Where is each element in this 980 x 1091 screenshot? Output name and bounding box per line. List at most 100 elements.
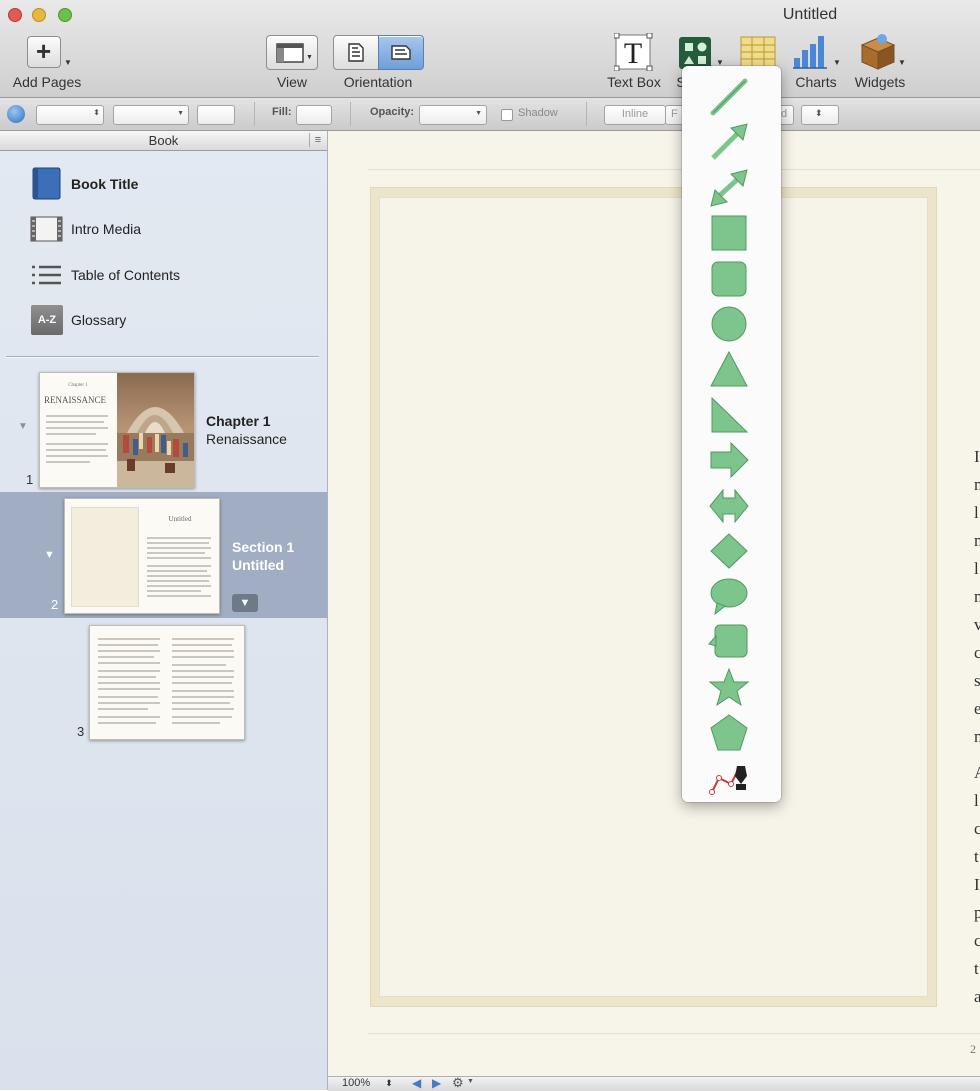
shape-triangle-item[interactable] [707, 349, 751, 389]
svg-text:T: T [624, 37, 642, 70]
zoom-window-button[interactable] [58, 8, 72, 22]
sidebar-header: Book [0, 131, 327, 151]
sidebar-item-table-of-contents[interactable]: Table of Contents [30, 261, 310, 291]
shape-double-arrow-shape-item[interactable] [707, 486, 751, 526]
status-bar: 100% ⬍ ◀ ▶ ⚙ ▼ [328, 1075, 980, 1091]
opacity-popup[interactable]: ▼ [419, 105, 487, 125]
shape-arrow-right-item[interactable] [707, 440, 751, 480]
disclosure-triangle-icon[interactable]: ▼ [18, 421, 28, 432]
view-button[interactable]: ▼ [266, 35, 318, 70]
text-box-button[interactable]: T [613, 32, 654, 72]
close-window-button[interactable] [8, 8, 22, 22]
text-line [147, 542, 209, 544]
shadow-label: Shadow [518, 107, 558, 119]
right-triangle-shape-icon [711, 396, 749, 433]
page-number: 1 [26, 472, 34, 487]
media-placeholder-frame[interactable] [370, 187, 937, 1007]
shape-rounded-square-item[interactable] [707, 259, 751, 299]
shape-double-arrow-item[interactable] [707, 168, 751, 208]
next-page-icon[interactable]: ▶ [432, 1076, 441, 1090]
minimize-window-button[interactable] [32, 8, 46, 22]
text-line [98, 670, 160, 672]
widgets-button[interactable] [858, 33, 898, 71]
book-sidebar: Book ≡ Book Title Intro Media Table of C… [0, 131, 328, 1090]
plus-icon: + [36, 36, 52, 66]
info-icon[interactable] [7, 105, 25, 123]
text-line [98, 716, 160, 718]
size-field[interactable] [197, 105, 235, 125]
text-line [172, 644, 232, 646]
disclosure-triangle-icon[interactable]: ▼ [44, 549, 55, 561]
glossary-icon: A-Z [31, 305, 63, 335]
text-line [46, 415, 108, 417]
speech-bubble-shape-icon [710, 578, 748, 616]
charts-button[interactable] [793, 34, 831, 70]
text-line [172, 656, 234, 658]
table-button[interactable] [740, 36, 776, 68]
page-3-thumbnail[interactable] [89, 625, 245, 740]
view-layout-icon [276, 43, 304, 63]
text-line [147, 585, 211, 587]
text-fragment: n [974, 475, 980, 494]
text-line [98, 662, 160, 664]
shape-star-item[interactable] [707, 667, 751, 707]
page-canvas[interactable]: InlnlnvcsenAlctIpcta 2 [328, 131, 980, 1076]
thumbnail-title: Untitled [168, 515, 192, 523]
text-fragment: I [974, 447, 980, 466]
shape-diamond-item[interactable] [707, 531, 751, 571]
style-popup[interactable]: ⬍ [36, 105, 104, 125]
section-options-button[interactable]: ▼ [232, 594, 258, 612]
previous-page-icon[interactable]: ◀ [412, 1076, 421, 1090]
shape-speech-bubble-item[interactable] [707, 576, 751, 616]
fill-label: Fill: [272, 106, 292, 118]
portrait-orientation-button[interactable] [333, 35, 379, 70]
text-fragment: s [974, 671, 980, 690]
thumbnail-text-page: Chapter 1 RENAISSANCE [40, 373, 116, 487]
shape-square-item[interactable] [707, 213, 751, 253]
font-popup[interactable]: ▼ [113, 105, 189, 125]
shape-line-item[interactable] [707, 77, 751, 117]
shadow-checkbox[interactable] [501, 109, 513, 121]
double-arrow-shape-icon [710, 169, 748, 207]
text-line [172, 696, 234, 698]
callout-shape-icon [708, 624, 748, 658]
landscape-orientation-button[interactable] [378, 35, 424, 70]
shape-callout-item[interactable] [707, 622, 751, 662]
zoom-popup[interactable]: 100% ⬍ [342, 1077, 393, 1089]
add-pages-button[interactable]: + [27, 36, 61, 68]
book-icon [32, 167, 61, 200]
text-line [147, 547, 211, 549]
text-line [172, 676, 234, 678]
opacity-label: Opacity: [370, 106, 415, 118]
shape-right-triangle-item[interactable] [707, 395, 751, 435]
chapter-1-thumbnail[interactable]: Chapter 1 RENAISSANCE [39, 372, 195, 488]
gear-icon[interactable]: ⚙ [452, 1075, 464, 1091]
text-line [147, 557, 211, 559]
format-bar: ⬍ ▼ Fill: Opacity: ▼ Shadow Inline F d ⬍ [0, 98, 980, 131]
text-fragment: n [974, 531, 980, 550]
text-fragment: I [974, 875, 980, 894]
dropdown-arrow-icon: ▼ [177, 110, 184, 117]
page-number-fragment: 2 [970, 1042, 976, 1056]
sidebar-item-book-title[interactable]: Book Title [30, 167, 310, 201]
inline-button[interactable]: Inline [604, 105, 666, 125]
triangle-shape-icon [710, 351, 748, 387]
shape-circle-item[interactable] [707, 304, 751, 344]
shapes-button[interactable] [678, 36, 714, 70]
shape-pentagon-item[interactable] [707, 713, 751, 753]
fill-color-well[interactable] [296, 105, 332, 125]
divider [586, 102, 587, 126]
pentagon-shape-icon [710, 713, 748, 751]
film-icon [30, 216, 63, 242]
stepper-arrows-icon: ⬍ [385, 1078, 393, 1088]
sidebar-menu-icon[interactable]: ≡ [309, 133, 326, 147]
text-line [147, 575, 211, 577]
sidebar-item-glossary[interactable]: A-Z Glossary [30, 305, 310, 337]
shape-pen-tool-item[interactable] [707, 758, 751, 798]
text-fragment: n [974, 727, 980, 746]
section-1-thumbnail[interactable]: Untitled [64, 498, 220, 614]
dropdown-arrow-icon: ▼ [64, 58, 72, 67]
wrap-popup[interactable]: ⬍ [801, 105, 839, 125]
shape-arrow-item[interactable] [707, 122, 751, 162]
sidebar-item-intro-media[interactable]: Intro Media [30, 215, 310, 245]
